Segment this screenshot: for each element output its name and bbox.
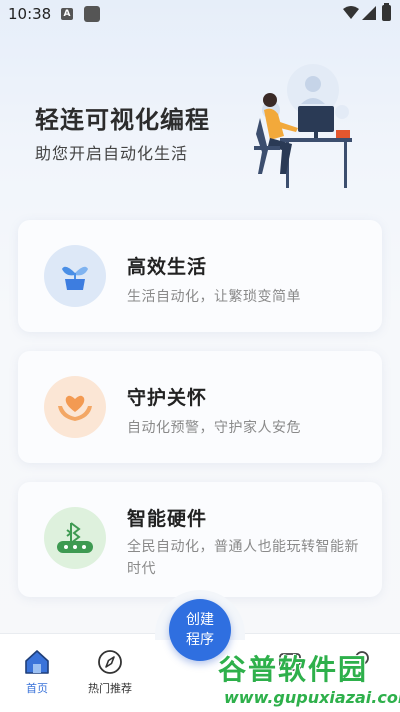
battery-icon	[382, 3, 391, 21]
notification-icon: A	[61, 8, 73, 20]
person-at-desk-illustration	[254, 64, 352, 188]
feature-card-care[interactable]: 守护关怀 自动化预警，守护家人安危	[18, 351, 382, 463]
card-title: 智能硬件	[127, 508, 208, 530]
card-description: 自动化预警，守护家人安危	[127, 420, 301, 436]
create-button-line1: 创建	[186, 612, 214, 628]
heart-hands-icon	[44, 376, 106, 438]
watermark-url: www.gupuxiazai.com	[224, 688, 400, 707]
page-subtitle: 助您开启自动化生活	[35, 144, 189, 163]
watermark-text: 谷普软件园	[218, 653, 369, 686]
feature-card-smart-hardware[interactable]: 智能硬件 全民自动化，普通人也能玩转智能新时代	[18, 482, 382, 597]
nav-item-home[interactable]: 首页	[2, 648, 72, 703]
nav-item-hot-recommend[interactable]: 热门推荐	[75, 648, 145, 703]
nav-label-hot-recommend: 热门推荐	[88, 682, 132, 695]
create-button-line2: 程序	[186, 632, 214, 648]
home-icon	[25, 650, 49, 674]
feature-card-efficient-life[interactable]: 高效生活 生活自动化，让繁琐变简单	[18, 220, 382, 332]
plant-icon	[44, 245, 106, 307]
wifi-icon	[343, 6, 359, 19]
compass-icon	[98, 650, 122, 674]
signal-icon	[362, 6, 376, 20]
card-description: 生活自动化，让繁琐变简单	[127, 289, 301, 305]
status-time: 10:38	[8, 5, 52, 23]
card-description: 全民自动化，普通人也能玩转智能新时代	[127, 539, 359, 577]
card-title: 高效生活	[127, 256, 208, 278]
status-bar: 10:38 A	[0, 0, 400, 28]
app-notification-icon	[84, 6, 100, 22]
watermark: 谷普软件园 www.gupuxiazai.com	[218, 648, 400, 710]
nav-label-home: 首页	[26, 682, 48, 695]
page-title: 轻连可视化编程	[35, 106, 210, 134]
card-title: 守护关怀	[127, 387, 208, 409]
bluetooth-device-icon	[44, 507, 106, 569]
